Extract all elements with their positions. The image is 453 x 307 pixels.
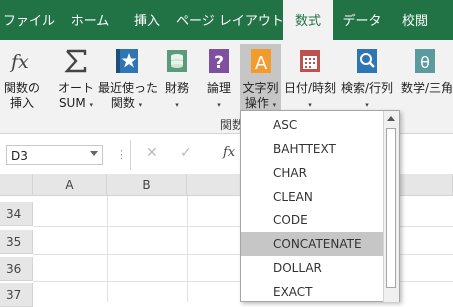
tab-insert[interactable]: 挿入 — [122, 0, 172, 40]
logical-button[interactable]: ? 論理 ▾ — [200, 44, 238, 116]
row-header-34[interactable]: 34 — [0, 202, 33, 226]
text-functions-dropdown: ASC BAHTTEXT CHAR CLEAN CODE CONCATENATE… — [240, 110, 400, 302]
function-item-asc[interactable]: ASC — [241, 113, 385, 137]
logical-dropdown-arrow-icon: ▾ — [217, 101, 221, 109]
autosum-label-1: オート — [57, 81, 94, 95]
column-header-b[interactable]: B — [107, 174, 187, 196]
tab-page-layout[interactable]: ページ レイアウト — [176, 0, 284, 40]
svg-text:?: ? — [214, 53, 224, 73]
sigma-icon — [63, 48, 89, 74]
ribbon-tab-bar: ファイル ホーム 挿入 ページ レイアウト 数式 データ 校閲 — [0, 0, 453, 40]
function-item-code[interactable]: CODE — [241, 208, 385, 232]
autosum-dropdown-arrow-icon: ▾ — [89, 101, 94, 109]
date-time-label: 日付/時刻 — [283, 81, 337, 95]
tab-formulas[interactable]: 数式 — [283, 0, 333, 40]
recently-used-label-2: 関数 — [110, 96, 135, 110]
insert-function-fx-icon[interactable]: fx — [223, 145, 235, 160]
fx-icon: fx — [9, 48, 35, 74]
select-all-corner[interactable] — [0, 174, 33, 196]
function-item-concatenate[interactable]: CONCATENATE — [241, 232, 385, 256]
recently-used-button[interactable]: 最近使った 関数 ▾ — [98, 44, 159, 116]
function-item-exact[interactable]: EXACT — [241, 280, 385, 301]
tab-review[interactable]: 校閲 — [390, 0, 440, 40]
scrollbar-thumb[interactable] — [386, 128, 396, 288]
svg-text:θ: θ — [420, 53, 430, 72]
enter-icon[interactable]: ✓ — [180, 145, 192, 161]
function-item-char[interactable]: CHAR — [241, 161, 385, 185]
text-functions-label-2: 操作 — [244, 96, 269, 110]
grid-line — [107, 196, 108, 302]
lookup-reference-label: 検索/行列 — [340, 81, 394, 95]
function-item-clean[interactable]: CLEAN — [241, 185, 385, 209]
row-header-37[interactable]: 37 — [0, 283, 33, 307]
text-functions-label-1: 文字列 — [242, 81, 279, 95]
financial-label: 財務 — [164, 81, 189, 95]
insert-function-label-1: 関数の — [3, 81, 40, 95]
insert-function-button[interactable]: fx 関数の 挿入 — [3, 44, 41, 116]
theta-icon: θ — [412, 48, 438, 74]
function-item-dollar[interactable]: DOLLAR — [241, 256, 385, 280]
tab-home[interactable]: ホーム — [60, 0, 120, 40]
text-a-icon: A — [248, 48, 274, 74]
recently-used-label-1: 最近使った — [98, 81, 159, 95]
autosum-button[interactable]: オート SUM ▾ — [56, 44, 96, 116]
grid-line — [187, 196, 188, 302]
lookup-reference-button[interactable]: 検索/行列 ▾ — [339, 44, 395, 116]
logical-label: 論理 — [206, 81, 231, 95]
question-icon: ? — [206, 48, 232, 74]
row-header-36[interactable]: 36 — [0, 257, 33, 281]
name-box-dropdown-icon[interactable] — [90, 151, 98, 156]
autosum-label-2: SUM — [58, 96, 86, 110]
scroll-up-arrow-icon[interactable] — [383, 112, 399, 126]
tab-data[interactable]: データ — [336, 0, 388, 40]
star-book-icon — [114, 48, 140, 74]
name-box[interactable]: D3 — [6, 145, 103, 165]
date-time-dropdown-arrow-icon: ▾ — [308, 101, 312, 109]
math-trig-button[interactable]: θ 数学/三角 — [397, 44, 453, 116]
svg-text:A: A — [254, 53, 267, 74]
row-header-35[interactable]: 35 — [0, 230, 33, 254]
financial-dropdown-arrow-icon: ▾ — [175, 101, 179, 109]
column-header-a[interactable]: A — [33, 174, 107, 196]
insert-function-label-2: 挿入 — [9, 96, 34, 110]
calendar-icon — [297, 48, 323, 74]
cancel-icon[interactable]: ✕ — [146, 145, 158, 161]
math-trig-label: 数学/三角 — [401, 81, 453, 95]
recently-used-dropdown-arrow-icon: ▾ — [138, 101, 143, 109]
function-item-bahttext[interactable]: BAHTTEXT — [241, 137, 385, 161]
text-functions-dropdown-arrow-icon: ▾ — [272, 101, 277, 109]
coins-icon — [164, 48, 190, 74]
lookup-reference-dropdown-arrow-icon: ▾ — [365, 101, 369, 109]
svg-text:fx: fx — [9, 51, 29, 73]
financial-button[interactable]: 財務 ▾ — [158, 44, 196, 116]
formula-bar-grip-icon: ⋮ — [116, 148, 127, 161]
date-time-button[interactable]: 日付/時刻 ▾ — [283, 44, 337, 116]
tab-file[interactable]: ファイル — [0, 0, 58, 40]
formula-bar-separator — [130, 140, 131, 170]
magnifier-icon — [354, 48, 380, 74]
text-functions-button[interactable]: A 文字列 操作 ▾ — [240, 44, 281, 116]
